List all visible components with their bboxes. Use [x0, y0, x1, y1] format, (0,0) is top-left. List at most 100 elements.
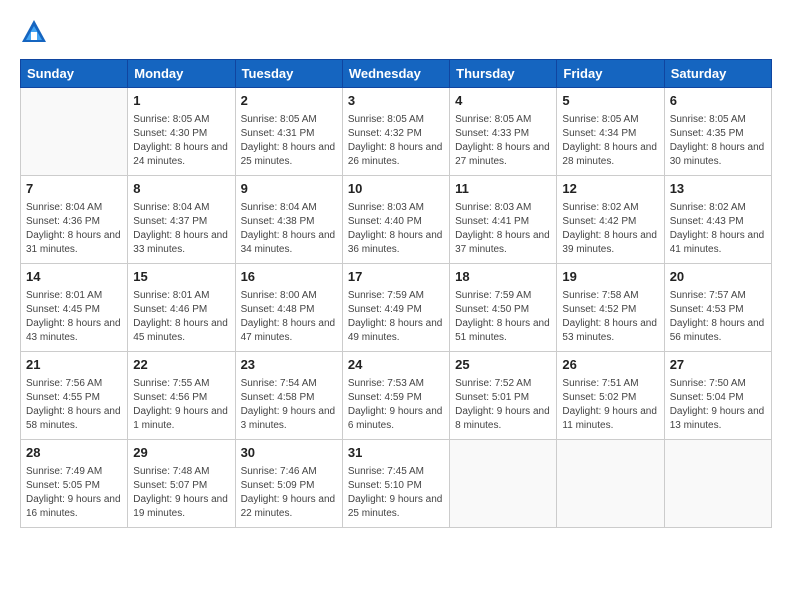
calendar-cell	[450, 440, 557, 528]
header	[20, 18, 772, 51]
weekday-header-monday: Monday	[128, 60, 235, 88]
weekday-header-tuesday: Tuesday	[235, 60, 342, 88]
calendar-cell: 8 Sunrise: 8:04 AMSunset: 4:37 PMDaylight…	[128, 176, 235, 264]
week-row-3: 14 Sunrise: 8:01 AMSunset: 4:45 PMDayligh…	[21, 264, 772, 352]
weekday-header-sunday: Sunday	[21, 60, 128, 88]
day-number: 13	[670, 180, 766, 199]
day-number: 16	[241, 268, 337, 287]
day-number: 18	[455, 268, 551, 287]
day-detail: Sunrise: 8:02 AMSunset: 4:42 PMDaylight:…	[562, 201, 658, 257]
day-number: 28	[26, 444, 122, 463]
day-detail: Sunrise: 7:49 AMSunset: 5:05 PMDaylight:…	[26, 465, 122, 521]
day-number: 17	[348, 268, 444, 287]
calendar-cell	[664, 440, 771, 528]
day-detail: Sunrise: 7:59 AMSunset: 4:49 PMDaylight:…	[348, 289, 444, 345]
day-detail: Sunrise: 8:05 AMSunset: 4:34 PMDaylight:…	[562, 113, 658, 169]
day-number: 7	[26, 180, 122, 199]
day-number: 8	[133, 180, 229, 199]
calendar-cell: 13Sunrise: 8:02 AMSunset: 4:43 PMDayligh…	[664, 176, 771, 264]
day-detail: Sunrise: 7:59 AMSunset: 4:50 PMDaylight:…	[455, 289, 551, 345]
calendar-cell: 2 Sunrise: 8:05 AMSunset: 4:31 PMDaylight…	[235, 88, 342, 176]
calendar-cell: 26 Sunrise: 7:51 AMSunset: 5:02 PMDayligh…	[557, 352, 664, 440]
calendar-cell: 6 Sunrise: 8:05 AMSunset: 4:35 PMDaylight…	[664, 88, 771, 176]
calendar-cell: 23Sunrise: 7:54 AMSunset: 4:58 PMDayligh…	[235, 352, 342, 440]
calendar-cell: 20Sunrise: 7:57 AMSunset: 4:53 PMDayligh…	[664, 264, 771, 352]
day-number: 6	[670, 92, 766, 111]
calendar-cell: 28 Sunrise: 7:49 AMSunset: 5:05 PMDayligh…	[21, 440, 128, 528]
day-detail: Sunrise: 7:55 AMSunset: 4:56 PMDaylight:…	[133, 377, 229, 433]
calendar-cell: 31 Sunrise: 7:45 AMSunset: 5:10 PMDayligh…	[342, 440, 449, 528]
calendar-cell: 19 Sunrise: 7:58 AMSunset: 4:52 PMDayligh…	[557, 264, 664, 352]
calendar-table: SundayMondayTuesdayWednesdayThursdayFrid…	[20, 59, 772, 528]
calendar-cell	[21, 88, 128, 176]
week-row-1: 1 Sunrise: 8:05 AMSunset: 4:30 PMDaylight…	[21, 88, 772, 176]
calendar-cell: 24 Sunrise: 7:53 AMSunset: 4:59 PMDayligh…	[342, 352, 449, 440]
calendar-cell: 10 Sunrise: 8:03 AMSunset: 4:40 PMDayligh…	[342, 176, 449, 264]
day-number: 23	[241, 356, 337, 375]
day-number: 2	[241, 92, 337, 111]
day-detail: Sunrise: 7:45 AMSunset: 5:10 PMDaylight:…	[348, 465, 444, 521]
week-row-5: 28 Sunrise: 7:49 AMSunset: 5:05 PMDayligh…	[21, 440, 772, 528]
day-detail: Sunrise: 8:05 AMSunset: 4:30 PMDaylight:…	[133, 113, 229, 169]
calendar-cell: 15Sunrise: 8:01 AMSunset: 4:46 PMDayligh…	[128, 264, 235, 352]
day-detail: Sunrise: 7:53 AMSunset: 4:59 PMDaylight:…	[348, 377, 444, 433]
calendar-cell: 7 Sunrise: 8:04 AMSunset: 4:36 PMDaylight…	[21, 176, 128, 264]
day-detail: Sunrise: 8:05 AMSunset: 4:35 PMDaylight:…	[670, 113, 766, 169]
day-number: 5	[562, 92, 658, 111]
calendar-cell: 30Sunrise: 7:46 AMSunset: 5:09 PMDayligh…	[235, 440, 342, 528]
calendar-cell: 17 Sunrise: 7:59 AMSunset: 4:49 PMDayligh…	[342, 264, 449, 352]
week-row-2: 7 Sunrise: 8:04 AMSunset: 4:36 PMDaylight…	[21, 176, 772, 264]
day-number: 9	[241, 180, 337, 199]
day-detail: Sunrise: 8:01 AMSunset: 4:45 PMDaylight:…	[26, 289, 122, 345]
day-number: 10	[348, 180, 444, 199]
day-number: 20	[670, 268, 766, 287]
calendar-cell: 12 Sunrise: 8:02 AMSunset: 4:42 PMDayligh…	[557, 176, 664, 264]
day-detail: Sunrise: 7:58 AMSunset: 4:52 PMDaylight:…	[562, 289, 658, 345]
day-detail: Sunrise: 8:04 AMSunset: 4:36 PMDaylight:…	[26, 201, 122, 257]
day-detail: Sunrise: 8:04 AMSunset: 4:38 PMDaylight:…	[241, 201, 337, 257]
day-detail: Sunrise: 7:51 AMSunset: 5:02 PMDaylight:…	[562, 377, 658, 433]
day-detail: Sunrise: 8:05 AMSunset: 4:31 PMDaylight:…	[241, 113, 337, 169]
weekday-header-friday: Friday	[557, 60, 664, 88]
day-number: 14	[26, 268, 122, 287]
calendar-cell	[557, 440, 664, 528]
day-number: 24	[348, 356, 444, 375]
weekday-header-wednesday: Wednesday	[342, 60, 449, 88]
day-number: 25	[455, 356, 551, 375]
calendar-cell: 14 Sunrise: 8:01 AMSunset: 4:45 PMDayligh…	[21, 264, 128, 352]
logo	[20, 18, 52, 51]
calendar-cell: 4Sunrise: 8:05 AMSunset: 4:33 PMDaylight…	[450, 88, 557, 176]
calendar-cell: 11Sunrise: 8:03 AMSunset: 4:41 PMDayligh…	[450, 176, 557, 264]
day-detail: Sunrise: 7:48 AMSunset: 5:07 PMDaylight:…	[133, 465, 229, 521]
day-number: 26	[562, 356, 658, 375]
day-number: 27	[670, 356, 766, 375]
week-row-4: 21 Sunrise: 7:56 AMSunset: 4:55 PMDayligh…	[21, 352, 772, 440]
weekday-header-row: SundayMondayTuesdayWednesdayThursdayFrid…	[21, 60, 772, 88]
day-number: 21	[26, 356, 122, 375]
day-number: 1	[133, 92, 229, 111]
day-detail: Sunrise: 8:04 AMSunset: 4:37 PMDaylight:…	[133, 201, 229, 257]
calendar-cell: 22Sunrise: 7:55 AMSunset: 4:56 PMDayligh…	[128, 352, 235, 440]
day-detail: Sunrise: 8:05 AMSunset: 4:32 PMDaylight:…	[348, 113, 444, 169]
calendar-cell: 25 Sunrise: 7:52 AMSunset: 5:01 PMDayligh…	[450, 352, 557, 440]
calendar-cell: 18 Sunrise: 7:59 AMSunset: 4:50 PMDayligh…	[450, 264, 557, 352]
day-number: 3	[348, 92, 444, 111]
day-number: 19	[562, 268, 658, 287]
day-detail: Sunrise: 7:56 AMSunset: 4:55 PMDaylight:…	[26, 377, 122, 433]
calendar-cell: 9 Sunrise: 8:04 AMSunset: 4:38 PMDaylight…	[235, 176, 342, 264]
day-number: 12	[562, 180, 658, 199]
day-detail: Sunrise: 7:52 AMSunset: 5:01 PMDaylight:…	[455, 377, 551, 433]
calendar-cell: 29 Sunrise: 7:48 AMSunset: 5:07 PMDayligh…	[128, 440, 235, 528]
day-detail: Sunrise: 8:03 AMSunset: 4:40 PMDaylight:…	[348, 201, 444, 257]
calendar-cell: 1 Sunrise: 8:05 AMSunset: 4:30 PMDaylight…	[128, 88, 235, 176]
day-number: 4	[455, 92, 551, 111]
day-number: 30	[241, 444, 337, 463]
day-number: 31	[348, 444, 444, 463]
day-detail: Sunrise: 8:00 AMSunset: 4:48 PMDaylight:…	[241, 289, 337, 345]
day-number: 15	[133, 268, 229, 287]
weekday-header-saturday: Saturday	[664, 60, 771, 88]
day-number: 29	[133, 444, 229, 463]
day-detail: Sunrise: 8:03 AMSunset: 4:41 PMDaylight:…	[455, 201, 551, 257]
calendar-cell: 5 Sunrise: 8:05 AMSunset: 4:34 PMDaylight…	[557, 88, 664, 176]
logo-icon	[20, 18, 48, 51]
